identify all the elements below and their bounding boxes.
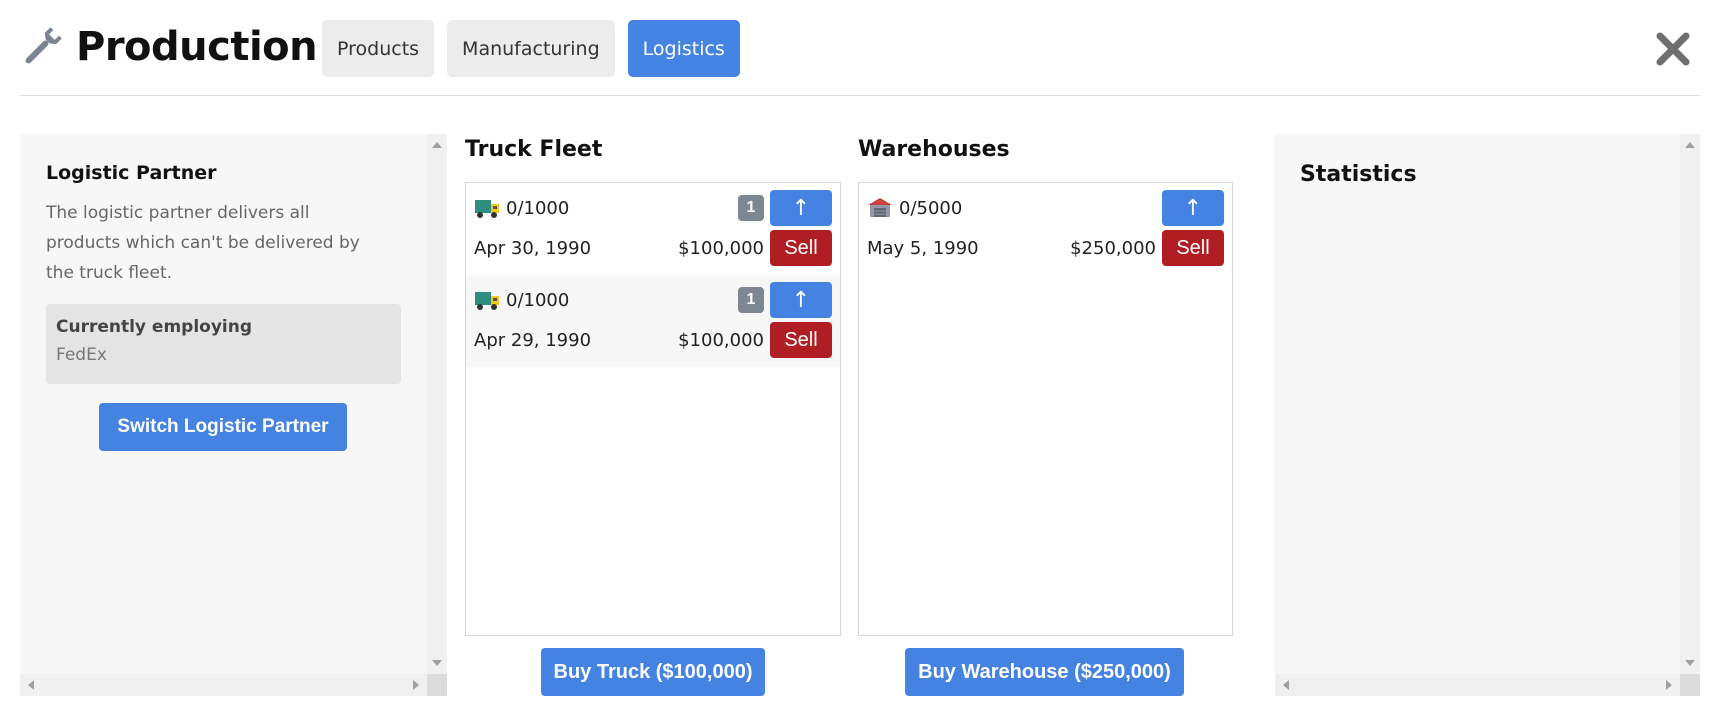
statistics-panel: Statistics bbox=[1275, 134, 1700, 696]
scroll-left-icon[interactable] bbox=[1283, 680, 1289, 690]
upgrade-warehouse-button[interactable]: ↑ bbox=[1162, 190, 1224, 226]
statistics-title: Statistics bbox=[1300, 162, 1417, 187]
warehouses-list: 0/5000 ↑ May 5, 1990 $250,000 Sell bbox=[858, 182, 1233, 636]
header: Production Products Manufacturing Logist… bbox=[20, 0, 1700, 96]
truck-fleet-title: Truck Fleet bbox=[465, 137, 603, 162]
tab-manufacturing[interactable]: Manufacturing bbox=[447, 20, 615, 77]
switch-logistic-partner-button[interactable]: Switch Logistic Partner bbox=[99, 403, 347, 451]
tab-bar: Products Manufacturing Logistics bbox=[322, 20, 753, 77]
logistic-partner-title: Logistic Partner bbox=[46, 162, 217, 184]
sell-truck-button[interactable]: Sell bbox=[770, 322, 832, 358]
title-wrap: Production bbox=[20, 24, 318, 70]
warehouse-icon bbox=[868, 198, 892, 217]
logistic-partner-panel: Logistic Partner The logistic partner de… bbox=[20, 134, 447, 696]
close-icon[interactable] bbox=[1654, 30, 1692, 68]
truck-purchase-date: Apr 30, 1990 bbox=[474, 237, 592, 259]
scroll-up-icon[interactable] bbox=[432, 142, 442, 148]
tab-products[interactable]: Products bbox=[322, 20, 435, 77]
truck-level-badge: 1 bbox=[738, 195, 764, 221]
truck-price: $100,000 bbox=[678, 329, 764, 351]
wrench-icon bbox=[25, 27, 62, 64]
logistic-partner-content: Logistic Partner The logistic partner de… bbox=[20, 134, 427, 674]
logistic-partner-description: The logistic partner delivers all produc… bbox=[46, 203, 360, 283]
list-item: 0/5000 ↑ May 5, 1990 $250,000 Sell bbox=[859, 183, 1232, 275]
list-item: 0/1000 1 ↑ Apr 29, 1990 $100,000 Sell bbox=[466, 275, 840, 367]
upgrade-truck-button[interactable]: ↑ bbox=[770, 282, 832, 318]
truck-level-badge: 1 bbox=[738, 287, 764, 313]
scroll-corner bbox=[1680, 674, 1700, 696]
warehouse-price: $250,000 bbox=[1070, 237, 1156, 259]
truck-capacity: 0/1000 bbox=[506, 197, 570, 219]
truck-fleet-list: 0/1000 1 ↑ Apr 30, 1990 $100,000 Sell 0/… bbox=[465, 182, 841, 636]
vertical-scrollbar[interactable] bbox=[1680, 134, 1700, 674]
sell-truck-button[interactable]: Sell bbox=[770, 230, 832, 266]
truck-icon bbox=[475, 200, 499, 218]
truck-price: $100,000 bbox=[678, 237, 764, 259]
warehouse-purchase-date: May 5, 1990 bbox=[867, 237, 979, 259]
scroll-right-icon[interactable] bbox=[413, 680, 419, 690]
horizontal-scrollbar[interactable] bbox=[1275, 674, 1680, 696]
sell-warehouse-button[interactable]: Sell bbox=[1162, 230, 1224, 266]
scroll-down-icon[interactable] bbox=[1685, 660, 1695, 666]
horizontal-scrollbar[interactable] bbox=[20, 674, 427, 696]
buy-truck-button[interactable]: Buy Truck ($100,000) bbox=[541, 648, 765, 696]
truck-icon bbox=[475, 292, 499, 310]
scroll-corner bbox=[427, 674, 447, 696]
upgrade-truck-button[interactable]: ↑ bbox=[770, 190, 832, 226]
page-title: Production bbox=[76, 24, 318, 70]
currently-employing-label: Currently employing bbox=[56, 317, 253, 337]
scroll-left-icon[interactable] bbox=[28, 680, 34, 690]
vertical-scrollbar[interactable] bbox=[427, 134, 447, 674]
truck-purchase-date: Apr 29, 1990 bbox=[474, 329, 592, 351]
currently-employing-box: Currently employing FedEx bbox=[46, 304, 401, 384]
currently-employing-value: FedEx bbox=[56, 345, 107, 365]
truck-capacity: 0/1000 bbox=[506, 289, 570, 311]
list-item: 0/1000 1 ↑ Apr 30, 1990 $100,000 Sell bbox=[466, 183, 840, 275]
scroll-down-icon[interactable] bbox=[432, 660, 442, 666]
tab-logistics[interactable]: Logistics bbox=[627, 20, 740, 77]
warehouse-capacity: 0/5000 bbox=[899, 197, 963, 219]
scroll-right-icon[interactable] bbox=[1666, 680, 1672, 690]
warehouses-title: Warehouses bbox=[858, 137, 1010, 162]
scroll-up-icon[interactable] bbox=[1685, 142, 1695, 148]
buy-warehouse-button[interactable]: Buy Warehouse ($250,000) bbox=[905, 648, 1184, 696]
